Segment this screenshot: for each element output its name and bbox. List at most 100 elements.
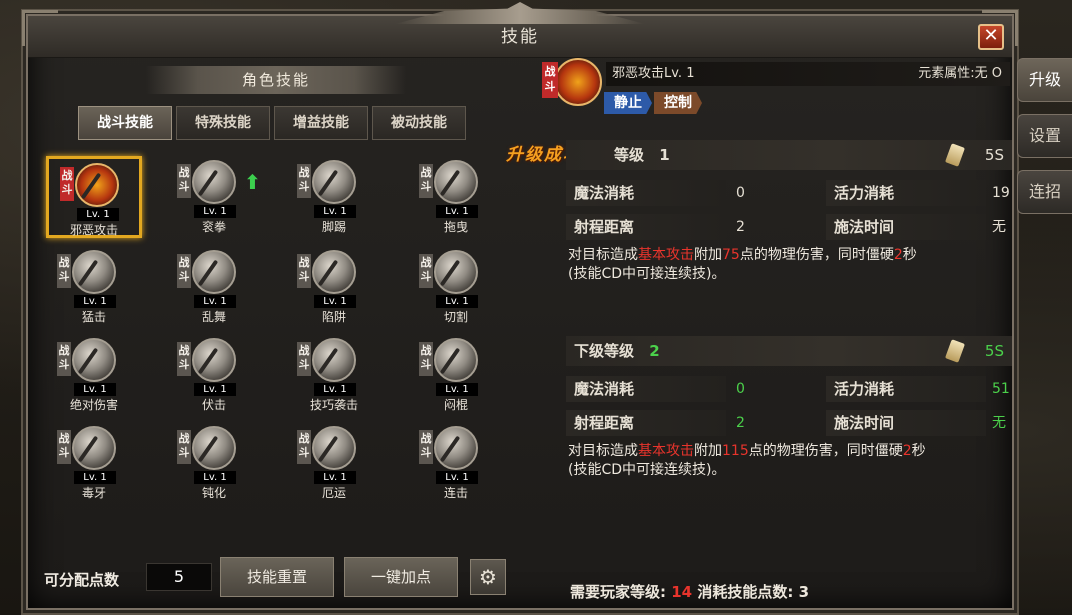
skill-icon (312, 160, 356, 204)
combat-tag: 战斗 (60, 167, 74, 201)
skill-icon (312, 250, 356, 294)
skill-icon (192, 250, 236, 294)
skill-slot[interactable]: 战斗 Lv. 1 厄运 (286, 422, 382, 504)
close-icon: ✕ (983, 25, 999, 46)
current-cast-label: 施法时间 (826, 214, 986, 240)
combat-tag: 战斗 (177, 342, 191, 376)
close-button[interactable]: ✕ (978, 24, 1004, 50)
skill-level: Lv. 1 (74, 295, 116, 308)
next-mana-value: 0 (736, 381, 745, 397)
skill-name: 毒牙 (81, 486, 106, 500)
cost-value: 3 (798, 583, 810, 601)
combat-tag: 战斗 (297, 164, 311, 198)
next-vigor-value: 51 (992, 381, 1010, 397)
current-cast-value: 无 (992, 219, 1006, 235)
skill-level: Lv. 1 (436, 471, 478, 484)
skill-slot[interactable]: 战斗 Lv. 1 邪恶攻击 (46, 156, 142, 238)
side-tab-settings[interactable]: 设置 (1017, 114, 1072, 158)
tab-combat-skills[interactable]: 战斗技能 (78, 106, 172, 140)
next-cooldown: 5S (984, 342, 1004, 360)
skill-level: Lv. 1 (436, 383, 478, 396)
skill-name: 猛击 (81, 310, 106, 324)
skill-slot[interactable]: 战斗 Lv. 1 衮拳 ⬆ (166, 156, 262, 238)
skill-category-tabs: 战斗技能 特殊技能 增益技能 被动技能 (78, 106, 466, 140)
skill-state-tags: 静止 控制 (604, 92, 702, 114)
current-range-label: 射程距离 (566, 214, 726, 240)
combat-tag: 战斗 (419, 342, 433, 376)
skill-icon (434, 250, 478, 294)
skill-slot[interactable]: 战斗 Lv. 1 陷阱 (286, 246, 382, 328)
element-icon: O (991, 66, 1002, 81)
skill-icon (72, 250, 116, 294)
next-vigor-label: 活力消耗 (826, 376, 986, 402)
skill-icon (434, 160, 478, 204)
skill-slot[interactable]: 战斗 Lv. 1 毒牙 (46, 422, 142, 504)
skill-icon (434, 338, 478, 382)
skill-name: 伏击 (201, 398, 226, 412)
skill-icon (72, 338, 116, 382)
current-level-label: 等级 (614, 146, 645, 164)
next-level-row: 下级等级 2 5S (566, 336, 1012, 366)
state-tag-static: 静止 (604, 92, 652, 114)
skill-slot[interactable]: 战斗 Lv. 1 乱舞 (166, 246, 262, 328)
skill-name: 技巧袭击 (309, 398, 358, 412)
skill-level: Lv. 1 (314, 205, 356, 218)
state-tag-control: 控制 (654, 92, 702, 114)
skill-name: 乱舞 (201, 310, 226, 324)
element-attribute: 元素属性:无 O (918, 66, 1002, 81)
points-value: 5 (146, 563, 212, 591)
combat-tag: 战斗 (419, 430, 433, 464)
skill-level: Lv. 1 (74, 383, 116, 396)
current-vigor-value: 19 (992, 185, 1010, 201)
combat-tag: 战斗 (177, 430, 191, 464)
skill-name: 衮拳 (201, 220, 226, 234)
skill-icon (72, 426, 116, 470)
tab-passive-skills[interactable]: 被动技能 (372, 106, 466, 140)
skill-slot[interactable]: 战斗 Lv. 1 绝对伤害 (46, 334, 142, 416)
next-cast-value: 无 (992, 415, 1006, 431)
skill-level: Lv. 1 (436, 295, 478, 308)
tab-special-skills[interactable]: 特殊技能 (176, 106, 270, 140)
combat-tag: 战斗 (297, 430, 311, 464)
skill-name: 拖曳 (443, 220, 468, 234)
settings-button[interactable]: ⚙ (470, 559, 506, 595)
selected-skill-icon: 战斗 (542, 58, 602, 116)
skill-slot[interactable]: 战斗 Lv. 1 猛击 (46, 246, 142, 328)
next-range-value: 2 (736, 415, 745, 431)
skill-slot[interactable]: 战斗 Lv. 1 脚踢 (286, 156, 382, 238)
side-tab-combo[interactable]: 连招 (1017, 170, 1072, 214)
skill-name: 陷阱 (321, 310, 346, 324)
current-vigor-label: 活力消耗 (826, 180, 986, 206)
skill-name: 邪恶攻击 (69, 223, 118, 237)
upgrade-arrow-icon: ⬆ (244, 170, 261, 194)
combat-tag: 战斗 (297, 254, 311, 288)
current-mana-value: 0 (736, 185, 745, 201)
skill-slot[interactable]: 战斗 Lv. 1 伏击 (166, 334, 262, 416)
next-description: 对目标造成基本攻击附加115点的物理伤害，同时僵硬2秒 (技能CD中可接连续技)… (568, 443, 926, 478)
skill-icon (75, 163, 119, 207)
current-range-value: 2 (736, 219, 745, 235)
skill-name: 脚踢 (321, 220, 346, 234)
next-cast-label: 施法时间 (826, 410, 986, 436)
skill-slot[interactable]: 战斗 Lv. 1 闷棍 (408, 334, 504, 416)
skill-slot[interactable]: 战斗 Lv. 1 拖曳 (408, 156, 504, 238)
gear-icon: ⚙ (479, 565, 497, 589)
skill-window: 技能 ✕ 角色技能 战斗技能 特殊技能 增益技能 被动技能 战斗 Lv. 1 邪恶攻… (22, 2, 1018, 610)
one-click-add-button[interactable]: 一键加点 (344, 557, 458, 597)
side-tabs: 升级 设置 连招 (1017, 58, 1072, 226)
side-tab-upgrade[interactable]: 升级 (1017, 58, 1072, 102)
skill-slot[interactable]: 战斗 Lv. 1 技巧袭击 (286, 334, 382, 416)
skill-slot[interactable]: 战斗 Lv. 1 连击 (408, 422, 504, 504)
skill-level: Lv. 1 (77, 208, 119, 221)
combat-tag: 战斗 (57, 342, 71, 376)
skill-name: 闷棍 (443, 398, 468, 412)
tab-buff-skills[interactable]: 增益技能 (274, 106, 368, 140)
skill-level: Lv. 1 (74, 471, 116, 484)
combat-tag: 战斗 (297, 342, 311, 376)
combat-tag: 战斗 (542, 62, 558, 98)
current-mana-label: 魔法消耗 (566, 180, 726, 206)
skill-slot[interactable]: 战斗 Lv. 1 切割 (408, 246, 504, 328)
reset-skills-button[interactable]: 技能重置 (220, 557, 334, 597)
skill-icon (192, 426, 236, 470)
skill-slot[interactable]: 战斗 Lv. 1 钝化 (166, 422, 262, 504)
